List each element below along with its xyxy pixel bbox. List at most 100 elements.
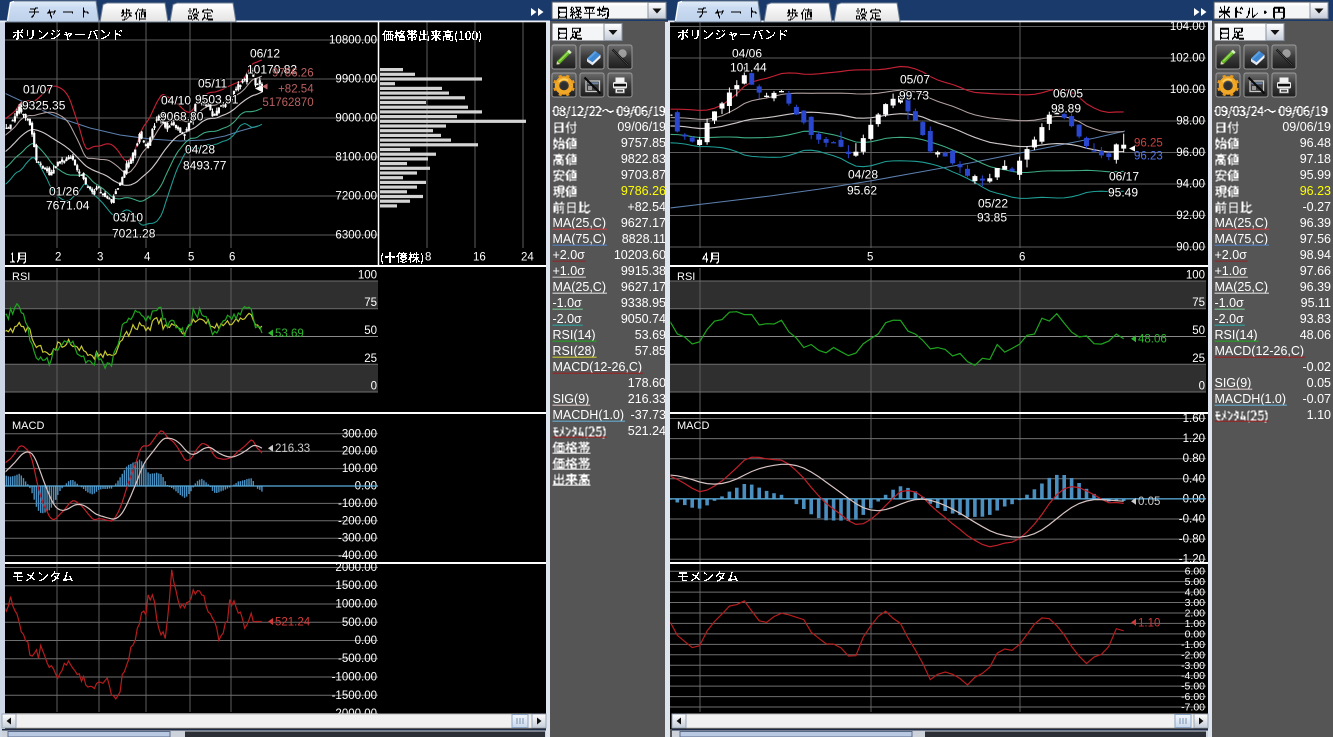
- svg-text:216.33: 216.33: [628, 392, 666, 406]
- svg-text:MA(25,C): MA(25,C): [1215, 280, 1268, 294]
- svg-text:03/10: 03/10: [113, 211, 143, 225]
- svg-text:93.83: 93.83: [1300, 312, 1331, 326]
- svg-text:1500.00: 1500.00: [335, 580, 377, 592]
- svg-text:51762870: 51762870: [262, 97, 313, 109]
- svg-text:521.24: 521.24: [275, 617, 311, 629]
- svg-text:95.62: 95.62: [847, 184, 877, 198]
- svg-text:-1500.00: -1500.00: [332, 690, 377, 702]
- svg-text:+1.0σ: +1.0σ: [1215, 264, 1248, 278]
- svg-text:01/26: 01/26: [49, 185, 79, 199]
- svg-text:9822.83: 9822.83: [621, 152, 666, 166]
- svg-text:24: 24: [521, 252, 534, 264]
- svg-text:-1000.00: -1000.00: [332, 672, 377, 684]
- svg-text:+82.54: +82.54: [278, 84, 314, 96]
- svg-text:+1.0σ: +1.0σ: [553, 264, 586, 278]
- svg-text:1.10: 1.10: [1138, 617, 1160, 629]
- svg-text:-37.73: -37.73: [631, 408, 666, 422]
- svg-text:RSI(28): RSI(28): [553, 344, 596, 358]
- svg-text:98.00: 98.00: [1176, 116, 1205, 128]
- svg-text:RSI(14): RSI(14): [1215, 328, 1258, 342]
- svg-text:-0.40: -0.40: [1179, 514, 1205, 526]
- svg-text:96.23: 96.23: [1134, 151, 1163, 163]
- svg-text:100.00: 100.00: [342, 463, 377, 475]
- svg-text:-400.00: -400.00: [338, 550, 377, 562]
- svg-text:10203.60: 10203.60: [614, 248, 666, 262]
- svg-text:9915.38: 9915.38: [621, 264, 666, 278]
- svg-text:-0.80: -0.80: [1179, 534, 1205, 546]
- svg-text:96.23: 96.23: [1300, 184, 1331, 198]
- svg-text:96.48: 96.48: [1300, 136, 1331, 150]
- svg-text:9757.85: 9757.85: [621, 136, 666, 150]
- svg-text:+2.0σ: +2.0σ: [553, 248, 586, 262]
- svg-text:6: 6: [229, 252, 235, 264]
- svg-text:0.40: 0.40: [1183, 473, 1205, 485]
- svg-text:05/07: 05/07: [900, 73, 930, 87]
- svg-text:48.06: 48.06: [1138, 334, 1167, 346]
- svg-text:200.00: 200.00: [342, 446, 377, 458]
- svg-text:96.39: 96.39: [1300, 280, 1331, 294]
- svg-text:-2.0σ: -2.0σ: [1215, 312, 1245, 326]
- svg-text:SIG(9): SIG(9): [553, 392, 590, 406]
- svg-text:216.33: 216.33: [275, 443, 310, 455]
- svg-text:0.05: 0.05: [1138, 496, 1160, 508]
- svg-text:97.18: 97.18: [1300, 152, 1331, 166]
- svg-text:+82.54: +82.54: [627, 200, 666, 214]
- svg-text:9338.95: 9338.95: [621, 296, 666, 310]
- svg-text:9000.00: 9000.00: [335, 113, 377, 125]
- svg-text:50: 50: [364, 325, 377, 337]
- svg-text:7671.04: 7671.04: [46, 199, 90, 213]
- svg-text:0: 0: [371, 381, 377, 393]
- svg-text:9703.87: 9703.87: [621, 168, 666, 182]
- svg-text:-2.0σ: -2.0σ: [553, 312, 583, 326]
- svg-text:300.00: 300.00: [342, 428, 377, 440]
- svg-text:-200.00: -200.00: [338, 515, 377, 527]
- svg-text:53.69: 53.69: [275, 328, 304, 340]
- svg-text:25: 25: [364, 353, 377, 365]
- svg-text:48.06: 48.06: [1300, 328, 1331, 342]
- svg-text:178.60: 178.60: [628, 376, 666, 390]
- svg-text:6300.00: 6300.00: [335, 230, 377, 242]
- svg-text:93.85: 93.85: [977, 211, 1007, 225]
- svg-text:MACD(12-26,C): MACD(12-26,C): [553, 360, 643, 374]
- svg-text:5: 5: [867, 252, 873, 264]
- svg-text:06/05: 06/05: [1053, 87, 1083, 101]
- svg-text:101.44: 101.44: [730, 61, 767, 75]
- svg-text:9503.91: 9503.91: [195, 93, 239, 107]
- svg-text:98.89: 98.89: [1051, 102, 1081, 116]
- svg-text:SIG(9): SIG(9): [1215, 376, 1252, 390]
- svg-text:MA(75,C): MA(75,C): [1215, 232, 1268, 246]
- svg-text:9786.26: 9786.26: [272, 68, 314, 80]
- svg-text:09/06/19: 09/06/19: [1282, 120, 1331, 134]
- svg-text:9900.00: 9900.00: [335, 74, 377, 86]
- svg-text:94.00: 94.00: [1176, 179, 1205, 191]
- svg-text:-500.00: -500.00: [338, 653, 377, 665]
- svg-text:100.00: 100.00: [1170, 84, 1205, 96]
- svg-text:102.00: 102.00: [1170, 53, 1205, 65]
- svg-text:75: 75: [364, 297, 377, 309]
- svg-text:04/10: 04/10: [161, 94, 191, 108]
- svg-text:4: 4: [144, 252, 151, 264]
- svg-text:92.00: 92.00: [1176, 210, 1205, 222]
- svg-text:9627.17: 9627.17: [621, 280, 666, 294]
- svg-text:100: 100: [358, 270, 377, 282]
- svg-text:09/06/19: 09/06/19: [617, 120, 666, 134]
- svg-text:5: 5: [188, 252, 194, 264]
- svg-text:104.00: 104.00: [1170, 21, 1205, 33]
- svg-text:3: 3: [97, 252, 103, 264]
- svg-text:MACD(12-26,C): MACD(12-26,C): [1215, 344, 1305, 358]
- svg-text:25: 25: [1192, 353, 1205, 365]
- svg-text:06/17: 06/17: [1109, 170, 1139, 184]
- svg-text:75: 75: [1192, 297, 1205, 309]
- svg-text:9786.26: 9786.26: [621, 184, 666, 198]
- svg-text:8100.00: 8100.00: [335, 152, 377, 164]
- svg-text:MA(75,C): MA(75,C): [553, 232, 606, 246]
- svg-text:MACDH(1.0): MACDH(1.0): [553, 408, 625, 422]
- svg-text:0: 0: [1199, 381, 1205, 393]
- svg-text:521.24: 521.24: [628, 424, 666, 438]
- svg-text:50: 50: [1192, 325, 1205, 337]
- svg-text:8: 8: [425, 252, 431, 264]
- svg-text:16: 16: [473, 252, 486, 264]
- svg-text:+2.0σ: +2.0σ: [1215, 248, 1248, 262]
- svg-text:2: 2: [55, 252, 61, 264]
- svg-text:MACD: MACD: [677, 420, 709, 432]
